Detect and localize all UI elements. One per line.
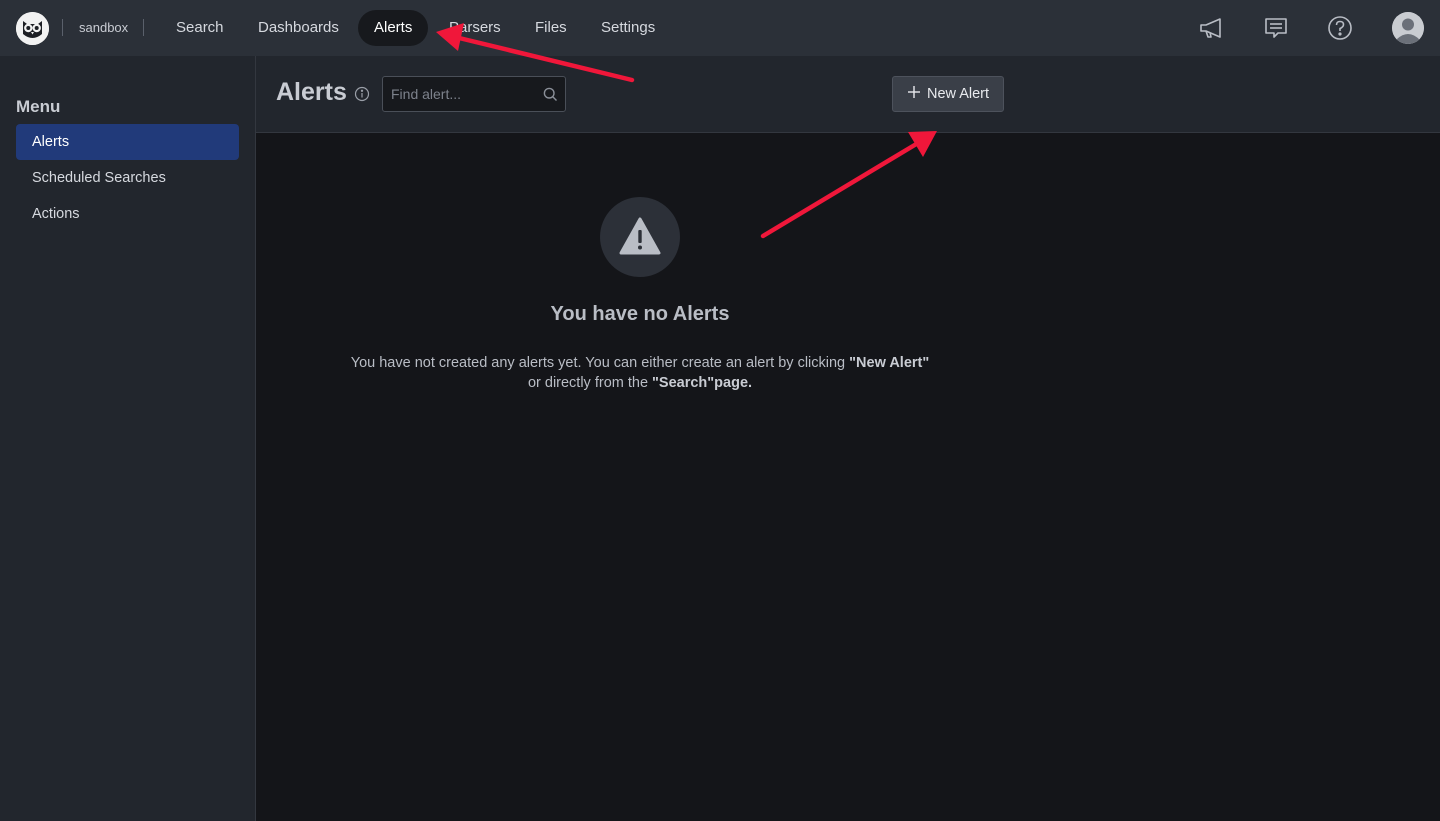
plus-icon <box>907 85 921 103</box>
top-navigation-bar: sandbox Search Dashboards Alerts Parsers… <box>0 0 1440 56</box>
empty-text-part1: You have not created any alerts yet. You… <box>350 355 850 371</box>
search-icon[interactable] <box>543 87 558 102</box>
alert-search-input[interactable] <box>383 77 538 111</box>
empty-text-part2: or directly from the <box>527 375 653 391</box>
info-icon[interactable] <box>354 86 370 102</box>
user-avatar-icon[interactable] <box>1392 12 1424 44</box>
owl-logo-icon[interactable] <box>16 12 49 45</box>
help-icon[interactable] <box>1326 14 1354 42</box>
empty-text-search: "Search"page. <box>652 375 753 391</box>
nav-alerts[interactable]: Alerts <box>358 10 429 46</box>
sidebar-item-scheduled-searches[interactable]: Scheduled Searches <box>16 160 239 196</box>
alert-search-box <box>382 76 566 112</box>
workspace-name[interactable]: sandbox <box>79 20 128 35</box>
divider <box>62 19 63 36</box>
sidebar-item-actions[interactable]: Actions <box>16 196 239 232</box>
annotation-arrow-to-new-alert <box>760 131 937 239</box>
nav-files[interactable]: Files <box>519 10 583 46</box>
empty-state-description: You have not created any alerts yet. You… <box>320 353 960 393</box>
page-header: Alerts New Alert <box>256 56 1440 133</box>
empty-text-new-alert: "New Alert" <box>849 355 930 371</box>
empty-state-title: You have no Alerts <box>550 303 730 325</box>
sidebar-item-alerts[interactable]: Alerts <box>16 124 239 160</box>
nav-parsers[interactable]: Parsers <box>433 10 517 46</box>
nav-search[interactable]: Search <box>160 10 240 46</box>
nav-dashboards[interactable]: Dashboards <box>242 10 355 46</box>
nav-settings[interactable]: Settings <box>585 10 671 46</box>
divider <box>143 19 144 36</box>
warning-icon <box>600 217 680 281</box>
empty-state-icon-circle <box>600 197 680 277</box>
page-title: Alerts <box>276 78 347 106</box>
new-alert-label: New Alert <box>926 86 990 102</box>
megaphone-icon[interactable] <box>1198 14 1226 42</box>
chat-icon[interactable] <box>1262 14 1290 42</box>
sidebar-title: Menu <box>16 97 61 116</box>
new-alert-button[interactable]: New Alert <box>892 76 1004 112</box>
sidebar: Menu Alerts Scheduled Searches Actions <box>0 56 256 821</box>
